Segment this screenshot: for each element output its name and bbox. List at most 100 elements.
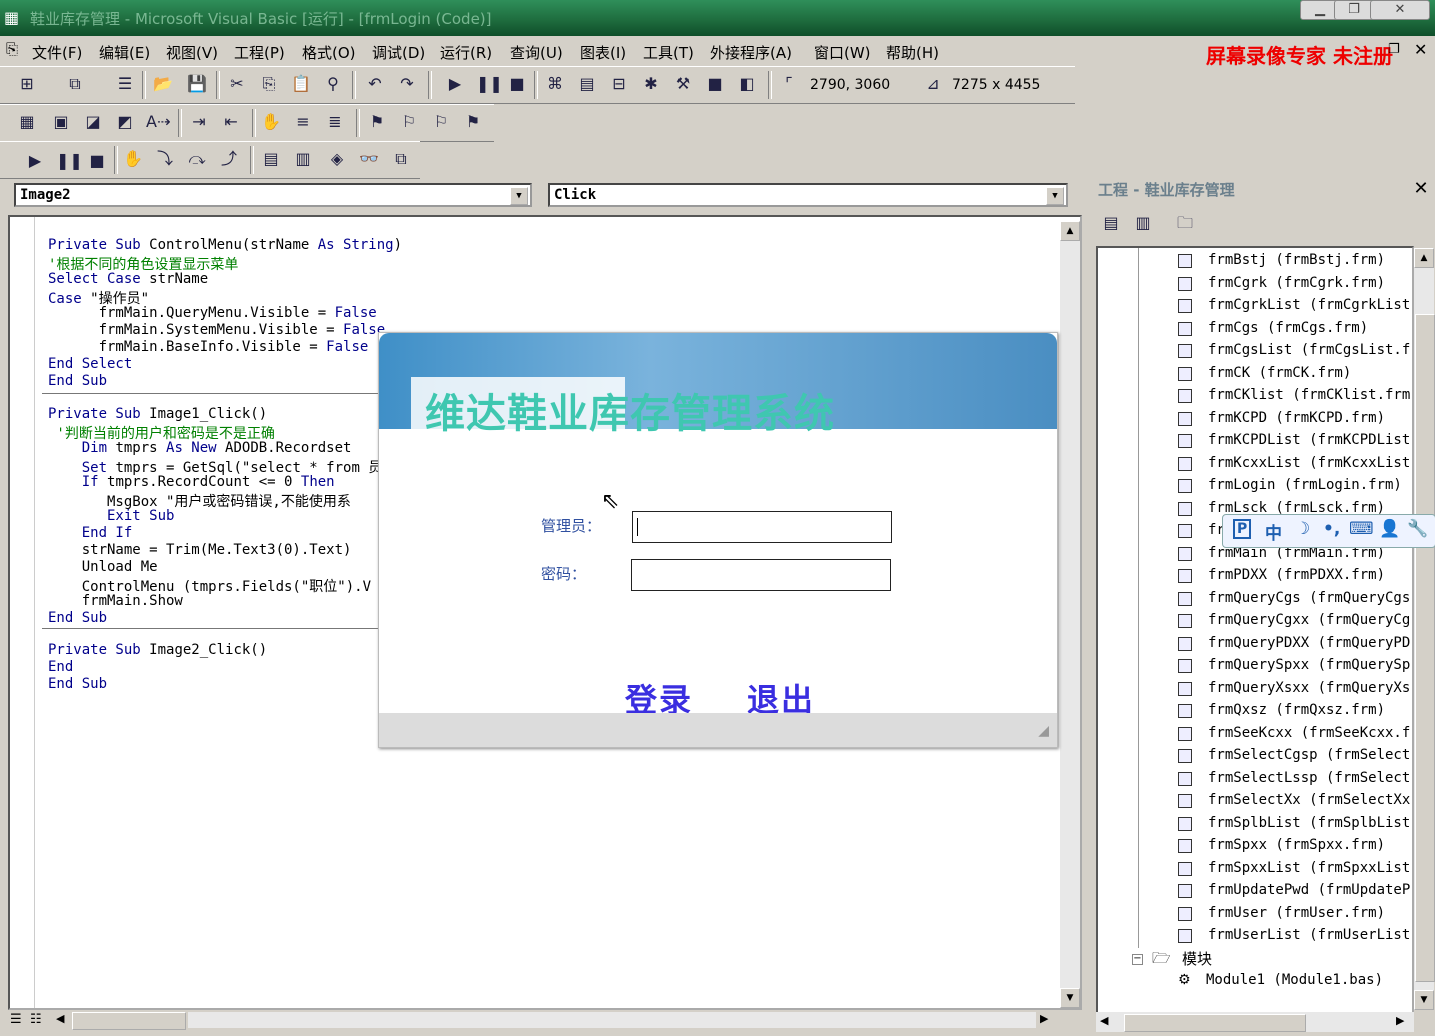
object-combo[interactable]: Image2 ▼ xyxy=(14,183,532,207)
uncomment-block-icon[interactable]: ≣ xyxy=(324,111,346,133)
menu-view[interactable]: 视图(V) xyxy=(166,42,218,63)
ime-keyboard-icon[interactable]: ⌨ xyxy=(1349,519,1374,539)
list-properties-icon[interactable]: ▦ xyxy=(16,111,38,133)
scroll-up-icon[interactable]: ▲ xyxy=(1060,221,1080,241)
redo-icon[interactable]: ↷ xyxy=(396,73,418,95)
horizontal-scrollbar[interactable] xyxy=(188,1012,1036,1028)
menu-file[interactable]: 文件(F) xyxy=(32,42,82,63)
tree-vertical-scrollbar[interactable]: ▲ ▼ xyxy=(1414,248,1435,1010)
toolbox-icon[interactable]: ⚒ xyxy=(672,73,694,95)
tree-item-form[interactable]: frmCK (frmCK.frm) xyxy=(1208,365,1351,381)
tree-item-form[interactable]: frmSpxx (frmSpxx.frm) xyxy=(1208,837,1385,853)
complete-word-icon[interactable]: A⇢ xyxy=(146,111,170,133)
object-browser-icon[interactable]: ✱ xyxy=(640,73,662,95)
tree-item-form[interactable]: frmCKlist (frmCKlist.frm xyxy=(1208,387,1410,403)
tree-h-scroll-thumb[interactable] xyxy=(1124,1014,1306,1032)
ime-user-icon[interactable]: 👤 xyxy=(1379,519,1400,539)
ime-halfwidth-icon[interactable]: ☽ xyxy=(1295,519,1310,539)
close-icon[interactable]: ✕ xyxy=(1411,179,1431,199)
quick-watch-icon[interactable]: 👓 xyxy=(358,148,380,170)
close-button[interactable]: ✕ xyxy=(1370,0,1430,20)
menu-help[interactable]: 帮助(H) xyxy=(886,42,939,63)
chevron-down-icon[interactable]: ▼ xyxy=(1046,187,1064,205)
ime-punctuation-icon[interactable]: •, xyxy=(1323,519,1340,539)
tree-item-form[interactable]: frmPDXX (frmPDXX.frm) xyxy=(1208,567,1385,583)
quick-info-icon[interactable]: ◪ xyxy=(82,111,104,133)
scroll-down-icon[interactable]: ▼ xyxy=(1414,990,1434,1010)
watch-window-icon[interactable]: ◈ xyxy=(326,148,348,170)
tree-item-form[interactable]: frmCgrkList (frmCgrkList xyxy=(1208,297,1410,313)
tree-item-form[interactable]: frmSplbList (frmSplbList xyxy=(1208,815,1410,831)
tree-item-form[interactable]: frmQueryPDXX (frmQueryPD xyxy=(1208,635,1410,651)
next-bookmark-icon[interactable]: ⚐ xyxy=(398,111,420,133)
tree-item-form[interactable]: frmSelectCgsp (frmSelect xyxy=(1208,747,1410,763)
call-stack-icon[interactable]: ⧉ xyxy=(390,148,412,170)
step-into-icon[interactable]: ⤵ xyxy=(154,148,176,170)
tree-item-form[interactable]: frmCgs (frmCgs.frm) xyxy=(1208,320,1368,336)
paste-icon[interactable]: 📋 xyxy=(290,73,312,95)
tree-item-form[interactable]: frmQueryCgxx (frmQueryCg xyxy=(1208,612,1410,628)
outdent-icon[interactable]: ⇤ xyxy=(220,111,242,133)
locals-window-icon[interactable]: ▤ xyxy=(260,148,282,170)
tree-item-form[interactable]: frmUserList (frmUserList xyxy=(1208,927,1410,943)
menu-run[interactable]: 运行(R) xyxy=(440,42,492,63)
procedure-view-icon[interactable]: ☰ xyxy=(10,1012,22,1027)
tree-horizontal-scrollbar[interactable]: ◀ ▶ xyxy=(1096,1012,1414,1032)
step-over-icon[interactable]: ⤼ xyxy=(186,148,208,170)
tree-item-form[interactable]: frmBstj (frmBstj.frm) xyxy=(1208,252,1385,268)
component-manager-icon[interactable]: ◧ xyxy=(736,73,758,95)
tree-item-form[interactable]: frmQuerySpxx (frmQuerySp xyxy=(1208,657,1410,673)
debug-start-icon[interactable]: ▶ xyxy=(24,150,46,172)
horizontal-scroll-thumb[interactable] xyxy=(72,1012,186,1030)
modules-folder[interactable]: 模块 xyxy=(1182,948,1212,969)
end-icon[interactable]: ■ xyxy=(506,73,528,95)
find-icon[interactable]: ⚲ xyxy=(322,73,344,95)
tree-item-form[interactable]: frmKCPDList (frmKCPDList xyxy=(1208,432,1410,448)
project-explorer-icon[interactable]: ⌘ xyxy=(544,73,566,95)
menu-addins[interactable]: 外接程序(A) xyxy=(710,42,792,63)
form-layout-icon[interactable]: ⊟ xyxy=(608,73,630,95)
password-input[interactable] xyxy=(631,559,891,591)
data-view-icon[interactable]: ■ xyxy=(704,73,726,95)
menu-edit[interactable]: 编辑(E) xyxy=(99,42,150,63)
toggle-bookmark-icon[interactable]: ⚑ xyxy=(366,111,388,133)
tree-scroll-thumb[interactable] xyxy=(1415,314,1435,982)
toggle-folders-icon[interactable]: 🗀 xyxy=(1174,212,1196,234)
copy-icon[interactable]: ⎘ xyxy=(258,73,280,95)
tree-item-form[interactable]: frmLogin (frmLogin.frm) xyxy=(1208,477,1402,493)
tree-item-form[interactable]: frmSelectXx (frmSelectXx xyxy=(1208,792,1410,808)
tree-item-form[interactable]: frmKcxxList (frmKcxxList xyxy=(1208,455,1410,471)
code-vertical-scrollbar[interactable]: ▲ ▼ xyxy=(1060,221,1080,1008)
list-constants-icon[interactable]: ▣ xyxy=(50,111,72,133)
tree-item-form[interactable]: frmQueryXsxx (frmQueryXs xyxy=(1208,680,1410,696)
start-icon[interactable]: ▶ xyxy=(444,73,466,95)
break-icon[interactable]: ❚❚ xyxy=(476,73,503,95)
scroll-left-icon[interactable]: ◀ xyxy=(1100,1014,1108,1027)
open-icon[interactable]: 📂 xyxy=(152,73,174,95)
view-object-icon[interactable]: ▥ xyxy=(1132,212,1154,234)
chevron-down-icon[interactable]: ▼ xyxy=(510,187,528,205)
ime-settings-icon[interactable]: 🔧 xyxy=(1407,519,1428,539)
debug-break-icon[interactable]: ❚❚ xyxy=(56,150,83,172)
tree-item-form[interactable]: frmKCPD (frmKCPD.frm) xyxy=(1208,410,1385,426)
scroll-down-icon[interactable]: ▼ xyxy=(1060,988,1080,1008)
indent-icon[interactable]: ⇥ xyxy=(188,111,210,133)
tree-item-form[interactable]: frmCgsList (frmCgsList.f xyxy=(1208,342,1410,358)
scroll-up-icon[interactable]: ▲ xyxy=(1414,248,1434,268)
debug-breakpoint-icon[interactable]: ✋ xyxy=(122,148,144,170)
save-icon[interactable]: 💾 xyxy=(186,73,208,95)
immediate-window-icon[interactable]: ▥ xyxy=(292,148,314,170)
margin-indicator-bar[interactable] xyxy=(10,217,35,1008)
view-code-icon[interactable]: ▤ xyxy=(1100,212,1122,234)
project-tree[interactable]: frmBstj (frmBstj.frm) frmCgrk (frmCgrk.fr… xyxy=(1096,246,1414,1014)
properties-icon[interactable]: ▤ xyxy=(576,73,598,95)
comment-block-icon[interactable]: ≡ xyxy=(292,111,314,133)
tree-item-form[interactable]: frmQueryCgs (frmQueryCgs xyxy=(1208,590,1410,606)
admin-input[interactable] xyxy=(632,511,892,543)
clear-bookmarks-icon[interactable]: ⚑ xyxy=(462,111,484,133)
add-project-icon[interactable]: ⊞ xyxy=(16,73,38,95)
scroll-left-icon[interactable]: ◀ xyxy=(56,1012,64,1025)
maximize-button[interactable]: ❐ xyxy=(1334,0,1374,20)
debug-end-icon[interactable]: ■ xyxy=(86,150,108,172)
menu-editor-icon[interactable]: ☰ xyxy=(114,73,136,95)
